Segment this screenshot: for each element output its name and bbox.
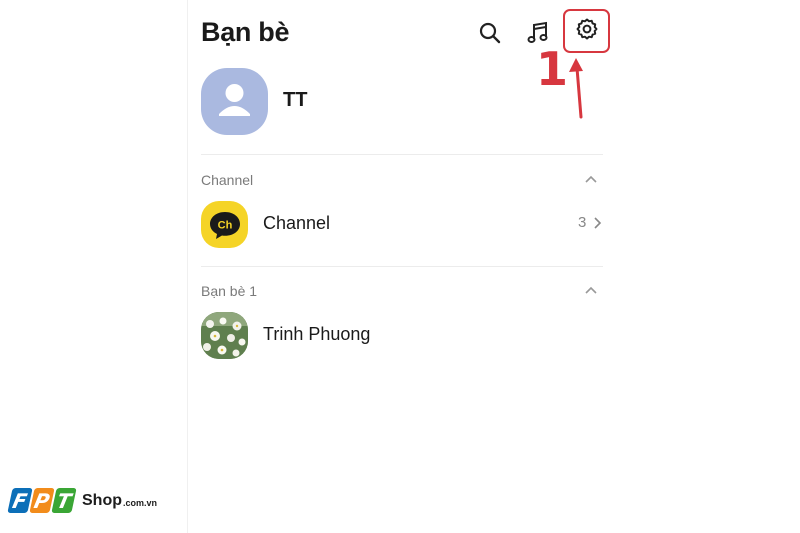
friend-avatar[interactable] — [201, 312, 248, 359]
section-header-channel: Channel — [201, 172, 254, 188]
search-icon[interactable] — [477, 20, 503, 46]
fpt-shop-logo: F P T Shop .com.vn — [7, 488, 158, 513]
profile-name[interactable]: TT — [283, 89, 307, 112]
chevron-up-icon[interactable] — [584, 173, 598, 187]
channel-count[interactable]: 3 — [578, 214, 586, 231]
section-header-friends: Bạn bè 1 — [201, 283, 258, 299]
friends-screen: Bạn bè 1 TT Channel Ch Channel 3 Bạn bè … — [187, 0, 613, 533]
settings-icon[interactable] — [575, 17, 599, 46]
friend-name[interactable]: Trinh Phuong — [263, 324, 370, 345]
chevron-up-icon[interactable] — [584, 284, 598, 298]
logo-brand: Shop — [82, 491, 122, 509]
avatar[interactable] — [201, 68, 268, 135]
divider — [201, 154, 603, 155]
logo-letter: P — [29, 488, 55, 513]
logo-letter: T — [51, 488, 77, 513]
settings-highlight — [563, 9, 610, 53]
arrow-up-icon — [569, 58, 583, 119]
page-title: Bạn bè — [201, 17, 290, 47]
channel-icon-text: Ch — [217, 219, 232, 231]
logo-letter: F — [7, 488, 33, 513]
channel-logo: Ch — [201, 201, 248, 248]
channel-item-label[interactable]: Channel — [263, 213, 330, 234]
chevron-right-icon[interactable] — [592, 216, 602, 230]
logo-domain: .com.vn — [123, 497, 158, 508]
step-number-label: 1 — [536, 42, 569, 96]
chat-bubble-icon: Ch — [209, 211, 240, 239]
person-icon — [219, 84, 250, 116]
divider — [201, 266, 603, 267]
flower-photo-icon — [201, 312, 248, 359]
